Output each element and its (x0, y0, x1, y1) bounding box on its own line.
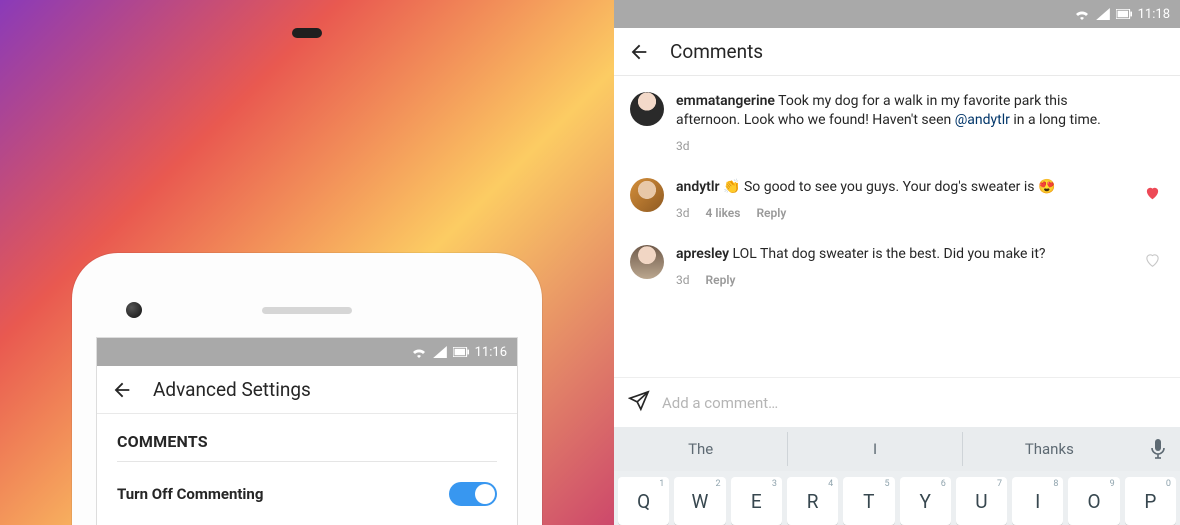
phone-screen: 11:16 Advanced Settings COMMENTS Turn Of… (96, 337, 518, 525)
avatar[interactable] (630, 245, 664, 279)
appbar-title: Advanced Settings (153, 378, 311, 401)
heart-icon (1145, 253, 1160, 267)
left-panel: 11:16 Advanced Settings COMMENTS Turn Of… (0, 0, 614, 525)
appbar-title: Comments (670, 40, 763, 63)
signal-icon (1096, 8, 1110, 20)
keyboard-key[interactable]: 5T (843, 477, 894, 525)
comment-meta: 3d (676, 130, 1128, 154)
comment-body: emmatangerine Took my dog for a walk in … (676, 92, 1128, 154)
suggestion[interactable]: Thanks (963, 432, 1136, 466)
comments-list[interactable]: emmatangerine Took my dog for a walk in … (614, 76, 1180, 377)
arrow-left-icon (111, 379, 133, 401)
battery-icon (1116, 9, 1132, 19)
keyboard-key[interactable]: 6Y (900, 477, 951, 525)
keyboard-key[interactable]: 4R (787, 477, 838, 525)
reply-button[interactable]: Reply (706, 272, 736, 288)
phone-bezel: 11:16 Advanced Settings COMMENTS Turn Of… (86, 267, 528, 525)
toggle-row: Turn Off Commenting (117, 462, 497, 520)
speaker-grill (262, 307, 352, 314)
status-bar: 11:16 (97, 338, 517, 366)
comments-screen: 11:18 Comments emmatangerine Took my dog… (614, 0, 1180, 525)
suggestion-bar: TheIThanks (614, 427, 1180, 471)
app-bar: Advanced Settings (97, 366, 517, 414)
comment-row: emmatangerine Took my dog for a walk in … (614, 80, 1180, 166)
comment-age: 3d (676, 205, 690, 221)
battery-icon (453, 347, 469, 357)
keyboard-key[interactable]: 8I (1012, 477, 1063, 525)
like-button[interactable] (1140, 92, 1164, 100)
wifi-icon (411, 346, 427, 358)
app-bar: Comments (614, 28, 1180, 76)
comment-body: andytlr 👏 So good to see you guys. Your … (676, 178, 1128, 221)
comment-likes[interactable]: 4 likes (706, 205, 741, 221)
wifi-icon (1074, 8, 1090, 20)
phone-sensors (96, 301, 518, 319)
mic-icon (1149, 439, 1167, 459)
settings-content: COMMENTS Turn Off Commenting You can cha… (97, 414, 517, 525)
status-bar: 11:18 (614, 0, 1180, 28)
avatar[interactable] (630, 178, 664, 212)
back-button[interactable] (111, 379, 133, 401)
direct-icon[interactable] (628, 390, 650, 416)
arrow-left-icon (628, 41, 650, 63)
avatar[interactable] (630, 92, 664, 126)
comment-age: 3d (676, 138, 690, 154)
comment-username[interactable]: apresley (676, 246, 729, 262)
keyboard-key[interactable]: 9O (1068, 477, 1119, 525)
comment-body: apresley LOL That dog sweater is the bes… (676, 245, 1128, 288)
keyboard-row: 1Q2W3E4R5T6Y7U8I9O0P (618, 477, 1176, 525)
like-button[interactable] (1140, 178, 1164, 200)
comment-username[interactable]: andytlr (676, 179, 720, 195)
suggestion[interactable]: I (788, 432, 962, 466)
reply-button[interactable]: Reply (756, 205, 786, 221)
section-title: COMMENTS (117, 432, 497, 462)
phone-frame: 11:16 Advanced Settings COMMENTS Turn Of… (72, 253, 542, 525)
keyboard-key[interactable]: 3E (731, 477, 782, 525)
hint-text: You can change this later by going to th… (117, 520, 497, 525)
mention-link[interactable]: @andytlr (955, 112, 1010, 128)
comment-row: apresley LOL That dog sweater is the bes… (614, 233, 1180, 300)
status-time: 11:16 (475, 345, 507, 360)
mic-button[interactable] (1136, 439, 1180, 459)
like-button[interactable] (1140, 245, 1164, 267)
keyboard-key[interactable]: 0P (1125, 477, 1176, 525)
back-button[interactable] (628, 41, 650, 63)
comment-meta: 3d Reply (676, 264, 1128, 288)
commenting-toggle[interactable] (449, 482, 497, 506)
suggestion[interactable]: The (614, 432, 788, 466)
camera-dot (126, 302, 142, 318)
toggle-label: Turn Off Commenting (117, 485, 263, 503)
comment-meta: 3d 4 likes Reply (676, 197, 1128, 221)
keyboard-key[interactable]: 1Q (618, 477, 669, 525)
keyboard-key[interactable]: 2W (674, 477, 725, 525)
proximity-sensor (292, 28, 322, 38)
status-time: 11:18 (1138, 7, 1170, 22)
heart-icon (1145, 186, 1160, 200)
comment-row: andytlr 👏 So good to see you guys. Your … (614, 166, 1180, 233)
signal-icon (433, 346, 447, 358)
keyboard: 1Q2W3E4R5T6Y7U8I9O0P (614, 471, 1180, 525)
check-icon (1136, 391, 1160, 415)
submit-button[interactable] (1122, 378, 1174, 428)
comment-age: 3d (676, 272, 690, 288)
comment-username[interactable]: emmatangerine (676, 93, 775, 109)
keyboard-key[interactable]: 7U (956, 477, 1007, 525)
compose-bar (614, 377, 1180, 427)
right-panel: 11:18 Comments emmatangerine Took my dog… (614, 0, 1180, 525)
comment-input[interactable] (662, 394, 1110, 412)
